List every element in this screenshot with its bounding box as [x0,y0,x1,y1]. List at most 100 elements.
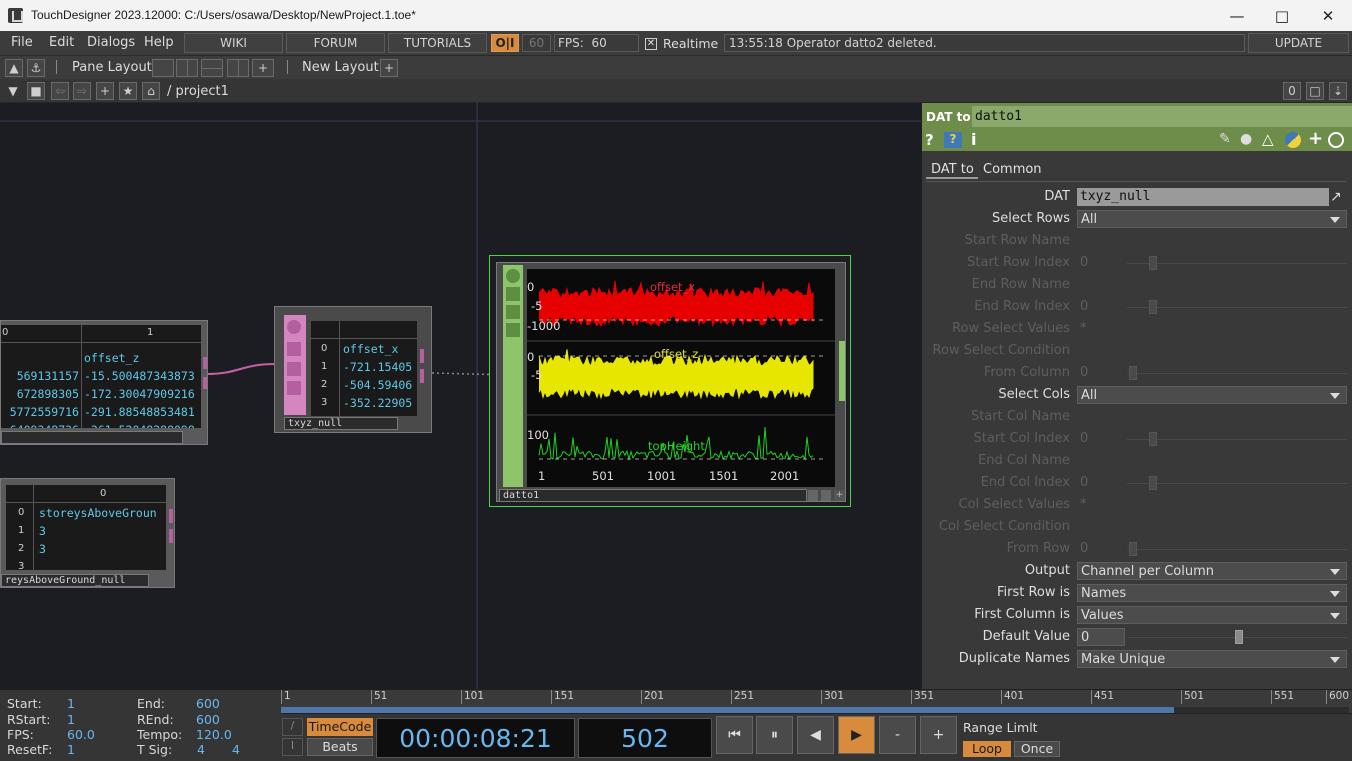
step-forward-button[interactable]: + [920,716,957,754]
param-slider-track[interactable] [1127,483,1347,484]
output-connector[interactable] [420,369,424,383]
output-connector[interactable] [169,529,173,543]
txyz-null-node[interactable]: 0 1 2 3 offset_x -721.15405 -504.59406 -… [274,306,432,433]
tempo-field[interactable]: Tempo: [137,727,182,742]
python-help-icon[interactable]: ? [944,132,962,148]
info-icon[interactable]: i [971,130,976,149]
start-value[interactable]: 1 [67,696,75,711]
forum-button[interactable]: FORUM [286,33,385,53]
arrow-icon[interactable] [287,362,301,376]
node-flag[interactable] [821,490,831,501]
param-menu[interactable]: All [1077,386,1347,404]
menu-help[interactable]: Help [144,35,174,50]
step-back-button[interactable]: - [879,716,916,754]
stop-icon[interactable]: ■ [27,82,45,100]
target-icon[interactable] [1328,132,1344,148]
param-slider-track[interactable] [1127,263,1347,264]
add-icon[interactable]: + [1308,128,1323,149]
beats-button[interactable]: Beats [307,738,373,756]
image-icon[interactable]: ▲ [5,59,23,77]
network-path[interactable]: / project1 [167,84,229,99]
rewind-to-start-button[interactable]: ⏮ [716,716,753,754]
help-icon[interactable]: ? [925,131,934,149]
param-number-field[interactable]: 0 [1077,540,1125,558]
param-slider-handle[interactable] [1149,476,1157,490]
rstart-field[interactable]: RStart: [7,712,50,727]
datto1-node[interactable]: offset_x offset_z topHeight 0 -5 -1000 0… [496,262,846,502]
fps-value[interactable]: 60.0 [67,727,95,742]
add-layout-button[interactable]: + [380,59,398,77]
tutorials-button[interactable]: TUTORIALS [388,33,487,53]
maximize-button[interactable]: □ [1259,0,1305,31]
anchor-icon[interactable]: ⚓ [27,59,45,77]
once-button[interactable]: Once [1014,741,1060,757]
param-number-field[interactable]: 0 [1077,298,1125,316]
comment-icon[interactable]: ● [1240,131,1252,147]
layout-quad-icon[interactable]: + [252,59,274,77]
eraser-icon[interactable]: △ [1262,130,1274,148]
rend-value[interactable]: 600 [196,712,220,727]
forward-arrow-icon[interactable]: ⇨ [73,82,91,100]
layout-hsplit-icon[interactable] [201,59,223,77]
close-button[interactable]: ✕ [1305,0,1351,31]
realtime-checkbox[interactable]: ✕ [645,38,657,50]
storeys-null-node[interactable]: 0 0 1 2 3 storeysAboveGroun 3 3 reysAbov… [0,478,175,588]
param-slider-handle[interactable] [1149,432,1157,446]
viewer-icon[interactable] [287,320,301,334]
end-value[interactable]: 600 [196,696,220,711]
arrow-icon[interactable] [506,305,520,319]
tab-dat-to[interactable]: DAT to [926,155,978,179]
param-slider-handle[interactable] [1129,542,1137,556]
param-slider-handle[interactable] [1149,256,1157,270]
python-icon[interactable] [506,323,520,337]
param-menu[interactable]: Names [1077,584,1347,602]
viewer-icon[interactable] [506,269,520,283]
fps-cap[interactable]: 60 [522,34,551,52]
resetf-value[interactable]: 1 [67,742,75,757]
param-slider-handle[interactable] [1235,630,1243,644]
param-slider-handle[interactable] [1129,366,1137,380]
param-text-field[interactable]: * [1077,320,1347,338]
pin-icon[interactable] [287,342,301,356]
menu-file[interactable]: File [11,35,33,50]
param-text-field[interactable] [1077,408,1347,426]
layout-vsplit-icon[interactable] [176,59,198,77]
param-number-field[interactable]: 0 [1077,364,1125,382]
oi-toggle[interactable]: O|I [491,34,519,52]
rend-field[interactable]: REnd: [137,712,174,727]
output-connector[interactable] [203,377,207,389]
param-menu[interactable]: Make Unique [1077,650,1347,668]
timecode-display[interactable]: 00:00:08:21 [376,718,575,758]
python-icon[interactable] [287,381,301,395]
node-picker-icon[interactable]: ↗ [1330,189,1342,205]
pane-index[interactable]: 0 [1283,82,1301,100]
output-connector[interactable] [839,341,845,401]
maximize-pane-icon[interactable]: □ [1306,82,1324,100]
param-text-field[interactable] [1077,452,1347,470]
add-icon[interactable]: + [96,82,114,100]
pencil-icon[interactable]: ✎ [1219,131,1231,147]
wiki-button[interactable]: WIKI [184,33,283,53]
param-number-field[interactable]: 0 [1077,254,1125,272]
param-text-field[interactable] [1077,276,1347,294]
home-icon[interactable]: ⌂ [142,82,160,100]
end-field[interactable]: End: [137,696,165,711]
param-text-field[interactable] [1077,232,1347,250]
param-slider-track[interactable] [1127,439,1347,440]
param-number-field[interactable]: 0 [1077,474,1125,492]
param-text-field[interactable]: * [1077,496,1347,514]
tab-common[interactable]: Common [983,162,1042,177]
output-connector[interactable] [420,349,424,363]
layout-three-icon[interactable] [227,59,249,77]
output-connector[interactable] [203,357,207,369]
param-dat-field[interactable]: txyz_null [1077,188,1329,206]
loop-button[interactable]: Loop [963,741,1011,757]
slash-icon[interactable]: / [282,718,303,736]
param-menu[interactable]: All [1077,210,1347,228]
tsig-value-1[interactable]: 4 [197,742,205,757]
param-slider-handle[interactable] [1149,300,1157,314]
param-slider-track[interactable] [1127,307,1347,308]
param-slider-track[interactable] [1127,549,1347,550]
output-connector[interactable] [169,509,173,523]
param-text-field[interactable] [1077,518,1347,536]
